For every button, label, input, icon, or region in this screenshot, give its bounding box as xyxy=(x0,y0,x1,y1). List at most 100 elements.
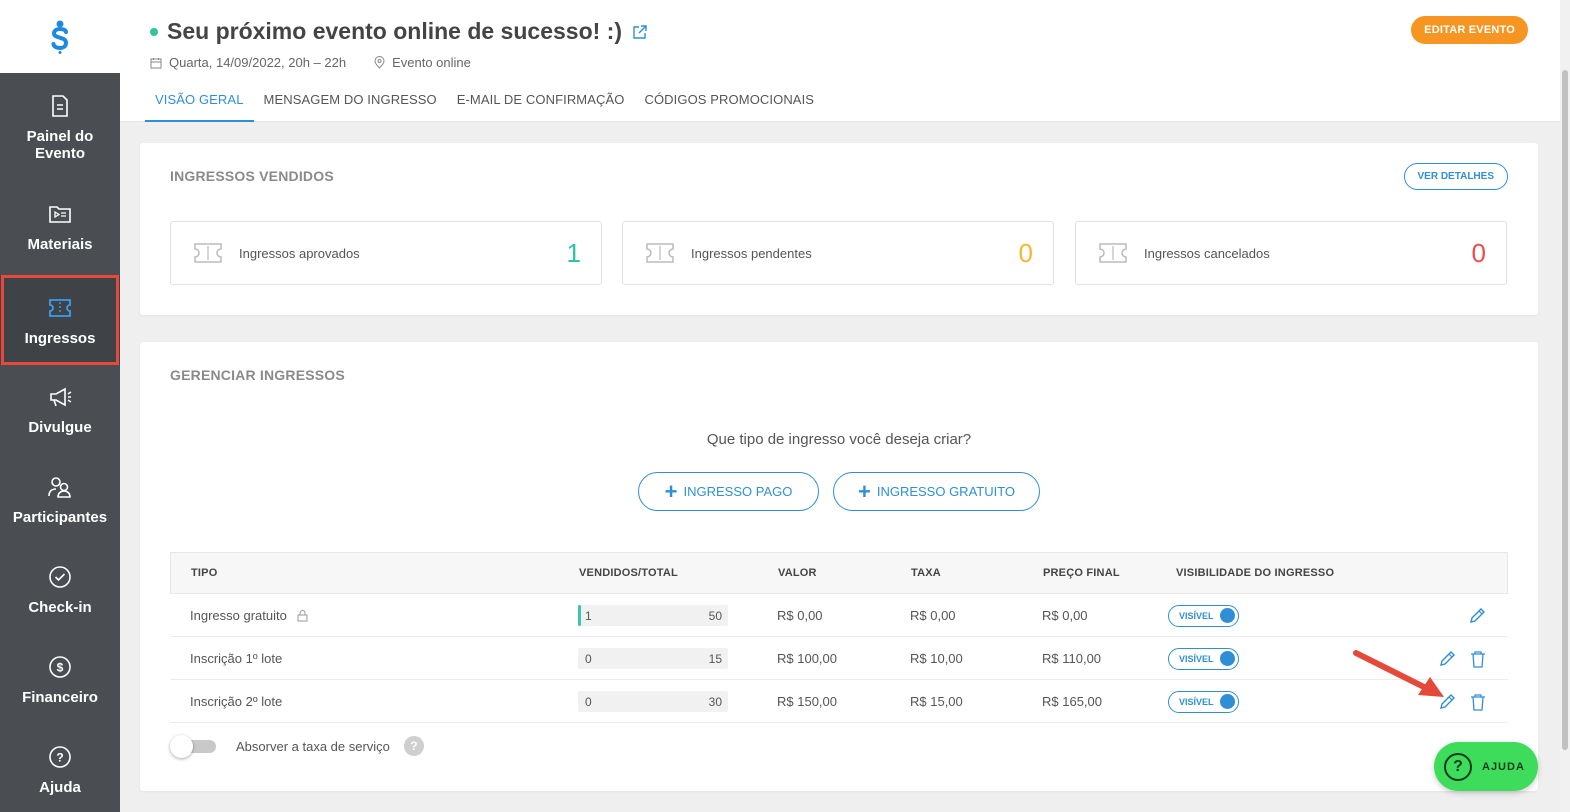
create-free-ticket-button[interactable]: + INGRESSO GRATUITO xyxy=(833,472,1040,511)
help-icon: ? xyxy=(46,743,74,771)
sidebar-item-ingressos[interactable]: Ingressos xyxy=(0,275,120,365)
toggle-knob xyxy=(1220,608,1235,623)
help-label: AJUDA xyxy=(1482,760,1525,773)
document-icon xyxy=(46,92,74,120)
sidebar: Painel do Evento Materiais Ingressos Div… xyxy=(0,0,120,812)
sidebar-item-label: Painel do Evento xyxy=(26,128,94,162)
sold-count: 0 xyxy=(585,651,592,666)
ticket-value: R$ 150,00 xyxy=(777,694,837,709)
tab-email[interactable]: E-MAIL DE CONFIRMAÇÃO xyxy=(447,82,635,122)
stat-label: Ingressos pendentes xyxy=(691,245,812,261)
ticket-fee: R$ 0,00 xyxy=(910,608,956,623)
edit-event-button[interactable]: EDITAR EVENTO xyxy=(1411,16,1528,44)
stat-cancelled: Ingressos cancelados 0 xyxy=(1075,221,1507,285)
tab-mensagem[interactable]: MENSAGEM DO INGRESSO xyxy=(254,82,447,122)
sidebar-item-financeiro[interactable]: $ Financeiro xyxy=(0,653,120,706)
location-pin-icon xyxy=(374,56,385,69)
plus-icon: + xyxy=(857,478,871,504)
sidebar-item-materiais[interactable]: Materiais xyxy=(0,200,120,253)
sidebar-item-label: Ajuda xyxy=(39,779,81,796)
users-icon xyxy=(46,473,74,501)
visibility-toggle[interactable]: VISÍVEL xyxy=(1168,604,1239,627)
toggle-knob xyxy=(1220,694,1235,709)
tab-visao-geral[interactable]: VISÃO GERAL xyxy=(145,82,254,122)
question-icon[interactable]: ? xyxy=(403,736,424,756)
create-paid-ticket-button[interactable]: + INGRESSO PAGO xyxy=(638,472,819,511)
trash-icon[interactable] xyxy=(1470,650,1486,668)
event-date: Quarta, 14/09/2022, 20h – 22h xyxy=(150,55,346,70)
total-count: 50 xyxy=(708,608,722,623)
table-row: Inscrição 1º lote 0 15 R$ 100,00 R$ 10,0… xyxy=(170,637,1508,680)
sidebar-item-participantes[interactable]: Participantes xyxy=(0,473,120,526)
table-row: Inscrição 2º lote 0 30 R$ 150,00 R$ 15,0… xyxy=(170,680,1508,723)
col-visibilidade: VISIBILIDADE DO INGRESSO xyxy=(1176,567,1335,579)
sidebar-item-label: Financeiro xyxy=(22,689,98,706)
sidebar-item-label: Ingressos xyxy=(24,329,96,347)
manage-tickets-card: GERENCIAR INGRESSOS Que tipo de ingresso… xyxy=(140,342,1538,791)
visibility-label: VISÍVEL xyxy=(1179,610,1214,621)
row-actions xyxy=(1424,680,1486,723)
card-title: GERENCIAR INGRESSOS xyxy=(170,367,345,383)
visibility-toggle[interactable]: VISÍVEL xyxy=(1168,647,1239,670)
toggle-thumb xyxy=(170,735,193,758)
sold-count: 0 xyxy=(585,694,592,709)
sold-total-bar: 1 50 xyxy=(578,605,728,626)
stat-label: Ingressos cancelados xyxy=(1144,245,1270,261)
visibility-toggle[interactable]: VISÍVEL xyxy=(1168,690,1239,713)
page-title: Seu próximo evento online de sucesso! :) xyxy=(167,18,622,44)
sidebar-item-checkin[interactable]: Check-in xyxy=(0,563,120,616)
svg-text:$: $ xyxy=(57,661,64,675)
col-tipo: TIPO xyxy=(191,567,218,579)
plus-icon: + xyxy=(664,478,678,504)
col-preco: PREÇO FINAL xyxy=(1043,567,1120,579)
absorb-fee-toggle[interactable] xyxy=(170,735,216,758)
ticket-type: Inscrição 2º lote xyxy=(190,694,283,709)
help-floating-button[interactable]: ? AJUDA xyxy=(1434,742,1538,791)
total-count: 30 xyxy=(708,694,722,709)
stat-pending: Ingressos pendentes 0 xyxy=(622,221,1054,285)
button-label: INGRESSO PAGO xyxy=(683,484,793,499)
tab-codigos[interactable]: CÓDIGOS PROMOCIONAIS xyxy=(634,82,824,122)
sold-total: 0 30 xyxy=(578,680,728,723)
visibility-label: VISÍVEL xyxy=(1179,696,1214,707)
ticket-fee: R$ 15,00 xyxy=(910,694,963,709)
view-details-button[interactable]: VER DETALHES xyxy=(1403,163,1508,190)
row-actions xyxy=(1424,637,1486,680)
stat-label: Ingressos aprovados xyxy=(239,245,360,261)
external-link-icon[interactable] xyxy=(632,24,648,40)
edit-pencil-icon[interactable] xyxy=(1468,607,1486,625)
status-dot xyxy=(150,27,158,36)
sidebar-item-divulgue[interactable]: Divulgue xyxy=(0,383,120,436)
sold-total-bar: 0 30 xyxy=(578,691,728,712)
ticket-icon xyxy=(1098,240,1128,266)
absorb-fee-row: Absorver a taxa de serviço ? xyxy=(170,735,424,758)
sold-count: 1 xyxy=(585,608,592,623)
col-vendidos: VENDIDOS/TOTAL xyxy=(579,567,678,579)
edit-pencil-icon[interactable] xyxy=(1438,650,1456,668)
help-icon: ? xyxy=(1444,752,1472,781)
scroll-thumb[interactable] xyxy=(1562,70,1568,750)
sidebar-item-painel[interactable]: Painel do Evento xyxy=(0,92,120,162)
logo[interactable] xyxy=(0,0,120,73)
scrollbar[interactable] xyxy=(1560,0,1570,812)
calendar-icon xyxy=(150,57,162,68)
event-location: Evento online xyxy=(374,55,471,70)
stat-approved: Ingressos aprovados 1 xyxy=(170,221,602,285)
create-question: Que tipo de ingresso você deseja criar? xyxy=(706,431,972,448)
trash-icon[interactable] xyxy=(1470,693,1486,711)
sold-total-bar: 0 15 xyxy=(578,648,728,669)
folder-play-icon xyxy=(46,200,74,228)
event-meta: Quarta, 14/09/2022, 20h – 22h Evento onl… xyxy=(150,55,499,70)
tickets-table: TIPO VENDIDOS/TOTAL VALOR TAXA PREÇO FIN… xyxy=(170,552,1508,723)
visibility-cell: VISÍVEL xyxy=(1168,680,1239,723)
sold-total: 0 15 xyxy=(578,637,728,680)
sidebar-item-ajuda[interactable]: ? Ajuda xyxy=(0,743,120,796)
ticket-final-price: R$ 0,00 xyxy=(1042,608,1088,623)
ticket-final-price: R$ 110,00 xyxy=(1042,651,1102,666)
edit-pencil-icon[interactable] xyxy=(1438,693,1456,711)
col-valor: VALOR xyxy=(778,567,817,579)
sidebar-item-label: Divulgue xyxy=(28,419,92,436)
check-circle-icon xyxy=(46,563,74,591)
row-actions xyxy=(1454,594,1486,637)
absorb-fee-label: Absorver a taxa de serviço xyxy=(236,738,390,754)
